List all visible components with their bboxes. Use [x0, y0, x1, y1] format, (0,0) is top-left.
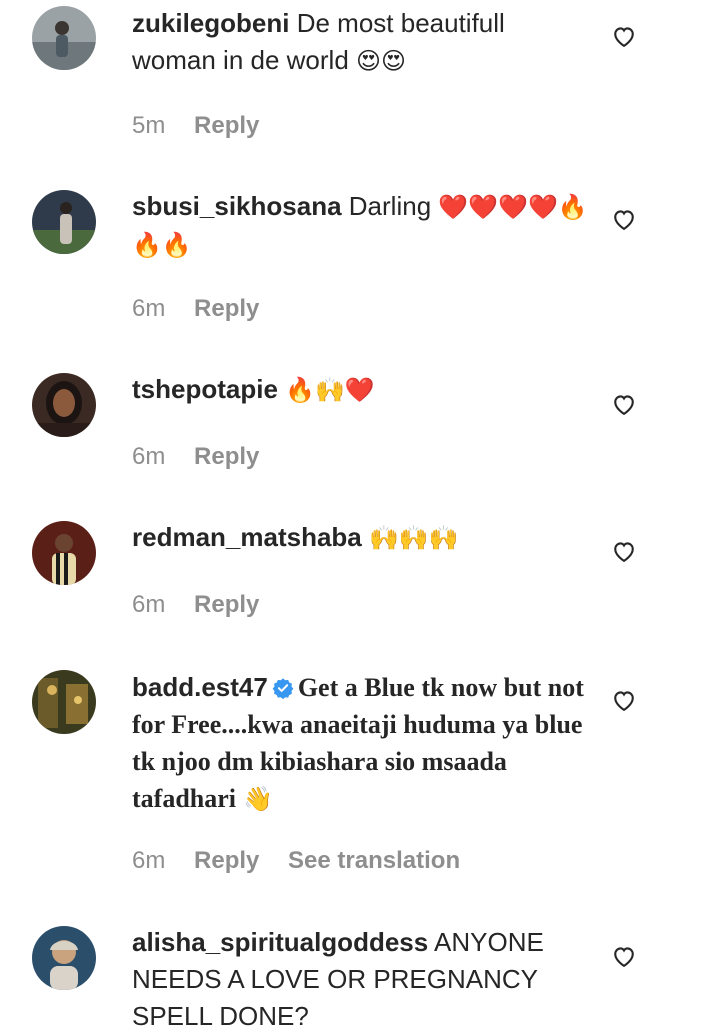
avatar[interactable] — [32, 521, 96, 585]
reply-button[interactable]: Reply — [194, 112, 259, 139]
avatar[interactable] — [32, 6, 96, 70]
comment-meta: 6m Reply — [132, 295, 281, 323]
comment-username[interactable]: badd.est47 — [132, 672, 268, 702]
comment-meta: 6m Reply — [132, 443, 281, 471]
reply-button[interactable]: Reply — [194, 295, 259, 322]
reply-button[interactable]: Reply — [194, 847, 259, 874]
comment-username[interactable]: redman_matshaba — [132, 522, 362, 552]
comment-meta: 6m Reply See translation — [132, 847, 460, 875]
avatar[interactable] — [32, 373, 96, 437]
comment-text: badd.est47 Get a Blue tk now but not for … — [132, 669, 592, 818]
comment-meta: 5m Reply — [132, 112, 281, 140]
see-translation-button[interactable]: See translation — [288, 847, 460, 874]
comment-username[interactable]: zukilegobeni — [132, 8, 289, 38]
heart-outline-icon[interactable] — [610, 390, 638, 418]
comment-emoji: 🙌🙌🙌 — [369, 524, 459, 552]
heart-outline-icon[interactable] — [610, 537, 638, 565]
comment-username[interactable]: tshepotapie — [132, 374, 278, 404]
heart-outline-icon[interactable] — [610, 205, 638, 233]
comment-time: 6m — [132, 443, 166, 470]
comment-emoji: 😍😍 — [356, 47, 407, 75]
comment-time: 5m — [132, 112, 166, 139]
comment-time: 6m — [132, 295, 166, 322]
comment-text: alisha_spiritualgoddess ANYONE NEEDS A L… — [132, 924, 592, 1035]
reply-button[interactable]: Reply — [194, 591, 259, 618]
reply-button[interactable]: Reply — [194, 443, 259, 470]
comment-text: zukilegobeni De most beautifull woman in… — [132, 5, 592, 80]
comment-username[interactable]: sbusi_sikhosana — [132, 191, 342, 221]
comment-username[interactable]: alisha_spiritualgoddess — [132, 927, 428, 957]
avatar[interactable] — [32, 190, 96, 254]
comment-text: redman_matshaba 🙌🙌🙌 — [132, 519, 592, 557]
heart-outline-icon[interactable] — [610, 686, 638, 714]
comment-time: 6m — [132, 591, 166, 618]
verified-badge-icon — [272, 678, 294, 699]
heart-outline-icon[interactable] — [610, 942, 638, 970]
comment-emoji: 👋 — [243, 785, 274, 813]
avatar[interactable] — [32, 926, 96, 990]
comment-meta: 6m Reply — [132, 591, 281, 619]
comment-text: tshepotapie 🔥🙌❤️ — [132, 371, 592, 409]
comment-body: Darling — [348, 191, 432, 221]
comment-time: 6m — [132, 847, 166, 874]
heart-outline-icon[interactable] — [610, 22, 638, 50]
comment-emoji: 🔥🙌❤️ — [285, 376, 375, 404]
comment-text: sbusi_sikhosana Darling ❤️❤️❤️❤️🔥🔥🔥 — [132, 188, 592, 264]
avatar[interactable] — [32, 670, 96, 734]
